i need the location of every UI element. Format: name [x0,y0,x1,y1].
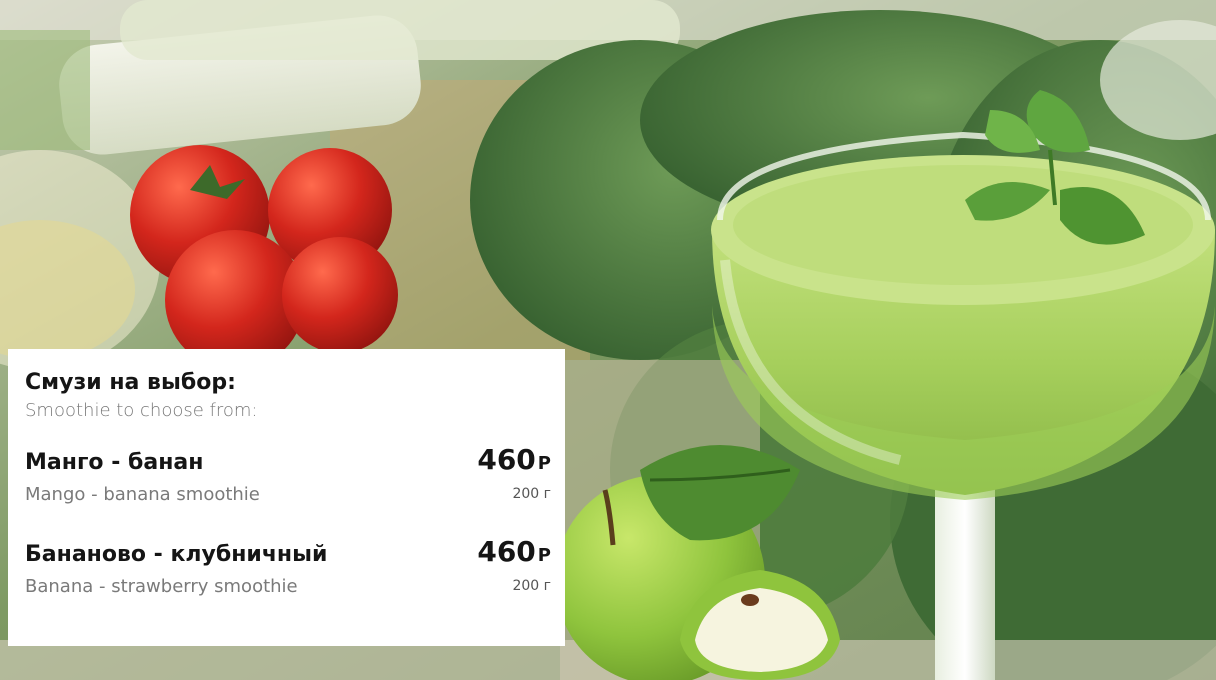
menu-items-list: Манго - банан Mango - banana smoothie 46… [25,443,551,603]
menu-item-price: 460 Р [477,443,551,481]
currency-symbol: Р [537,453,551,474]
menu-item-name: Манго - банан [25,450,204,475]
price-value: 460 [477,443,536,476]
menu-card: Смузи на выбор: Smoothie to choose from:… [8,349,565,646]
menu-item-banana-strawberry: Бананово - клубничный Banana - strawberr… [25,535,551,603]
menu-item-price: 460 Р [477,535,551,573]
section-title: Смузи на выбор: [25,370,236,395]
menu-item-description: Mango - banana smoothie [25,484,260,505]
menu-item-weight: 200 г [512,578,551,594]
menu-item-weight: 200 г [512,486,551,502]
section-subtitle: Smoothie to choose from: [25,400,258,421]
menu-item-description: Banana - strawberry smoothie [25,576,298,597]
menu-item-name: Бананово - клубничный [25,542,328,567]
currency-symbol: Р [537,545,551,566]
price-value: 460 [477,535,536,568]
menu-item-mango-banana: Манго - банан Mango - banana smoothie 46… [25,443,551,511]
